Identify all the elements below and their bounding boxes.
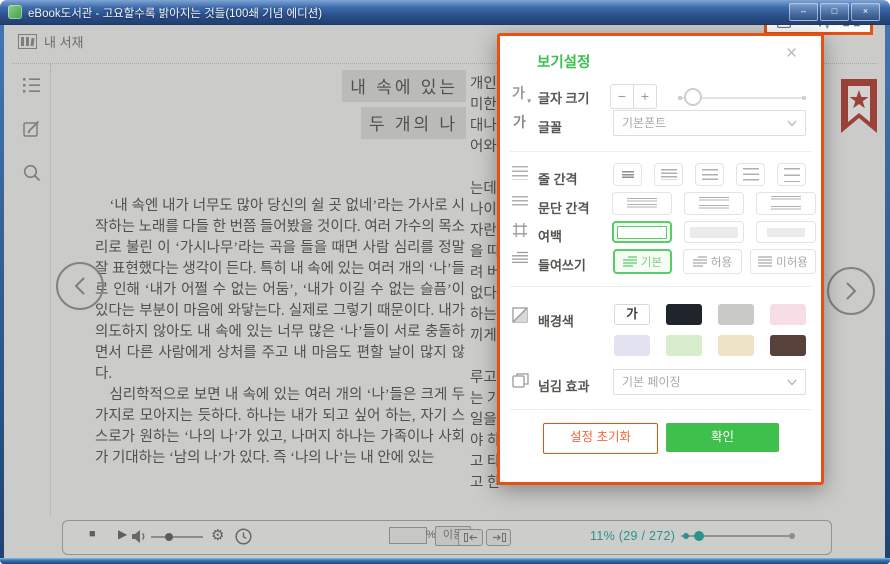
line-spacing-label: 줄 간격 (538, 169, 578, 188)
font-size-stepper: − + (610, 84, 657, 109)
close-button[interactable]: × (851, 3, 880, 21)
font-size-increase-button[interactable]: + (634, 85, 656, 108)
view-settings-panel: 보기설정 × 가▾ 글자 크기 − + 가 글꼴 기본폰트 줄 간격 (497, 33, 824, 485)
indent-allow-label: 허용 (711, 254, 732, 270)
title-bar: eBook도서관 - 고요할수록 밝아지는 것들(100쇄 기념 에디션) – … (0, 0, 890, 25)
line-spacing-option-5[interactable] (777, 163, 806, 186)
font-size-icon-glyph: 가 (512, 85, 525, 101)
margin-1-icon (617, 226, 667, 239)
indent-default-label: 기본 (641, 254, 662, 270)
bg-swatch-gray[interactable] (718, 304, 754, 325)
page-effect-icon (512, 373, 529, 388)
font-size-icon: 가▾ (512, 83, 525, 103)
margin-3-icon (767, 228, 805, 237)
window-controls: – □ × (789, 3, 880, 21)
slider-left-cap (678, 96, 682, 100)
font-size-decrease-button[interactable]: − (611, 85, 634, 108)
margin-option-2[interactable] (684, 221, 744, 243)
indent-option-default[interactable]: 기본 (613, 249, 672, 274)
bg-swatch-char: 가 (626, 307, 638, 321)
window-border-right (885, 24, 890, 564)
indent-icon (512, 251, 528, 264)
font-family-label: 글꼴 (538, 117, 562, 136)
indent-default-icon (623, 256, 637, 267)
background-color-icon (512, 307, 528, 323)
line-spacing-option-4[interactable] (736, 163, 765, 186)
paragraph-spacing-icon (512, 196, 528, 208)
page-effect-value: 기본 페이징 (622, 375, 681, 389)
background-color-label: 배경색 (538, 311, 574, 330)
line-spacing-option-1[interactable] (613, 163, 642, 186)
para-spacing-2-icon (699, 197, 729, 210)
slider-right-cap (802, 96, 806, 100)
line-spacing-3-icon (702, 169, 718, 181)
panel-title: 보기설정 (537, 51, 590, 72)
font-family-select[interactable]: 기본폰트 (613, 110, 806, 136)
para-spacing-option-2[interactable] (684, 192, 744, 215)
indent-disallow-icon (758, 256, 772, 267)
para-spacing-option-3[interactable] (756, 192, 816, 215)
para-spacing-3-icon (771, 196, 801, 211)
paragraph-spacing-label: 문단 간격 (538, 198, 589, 217)
panel-divider-2 (510, 286, 811, 287)
maximize-button[interactable]: □ (820, 3, 849, 21)
window-border-left (0, 24, 4, 564)
indent-allow-icon (693, 256, 707, 267)
reset-settings-button[interactable]: 설정 초기화 (543, 423, 658, 454)
confirm-button[interactable]: 확인 (666, 423, 779, 452)
window-title: eBook도서관 - 고요할수록 밝아지는 것들(100쇄 기념 에디션) (28, 5, 322, 21)
bg-swatch-white[interactable]: 가 (614, 304, 650, 325)
indent-label: 들여쓰기 (538, 255, 586, 274)
app-window: 내 서재 내 속에 있는 두 개의 나 ‘내 속엔 내가 너무도 많아 당신의 … (0, 0, 890, 564)
bg-swatch-lavender[interactable] (614, 335, 650, 356)
panel-divider-1 (510, 151, 811, 152)
indent-option-disallow[interactable]: 미허용 (750, 249, 816, 274)
font-size-label: 글자 크기 (538, 88, 589, 107)
line-spacing-2-icon (661, 169, 677, 180)
margin-option-3[interactable] (756, 221, 816, 243)
panel-divider-3 (510, 409, 811, 410)
app-icon (8, 5, 22, 19)
line-spacing-option-3[interactable] (695, 163, 724, 186)
bg-swatch-cream[interactable] (718, 335, 754, 356)
font-size-slider-knob[interactable] (684, 88, 702, 106)
bg-swatch-brown[interactable] (770, 335, 806, 356)
font-family-icon: 가 (513, 112, 526, 132)
font-family-value: 기본폰트 (622, 116, 666, 130)
para-spacing-option-1[interactable] (612, 192, 672, 215)
indent-disallow-label: 미허용 (776, 254, 808, 270)
window-border-bottom (0, 558, 890, 564)
bg-swatch-black[interactable] (666, 304, 702, 325)
margin-2-icon (690, 227, 738, 238)
chevron-down-icon (787, 379, 797, 386)
para-spacing-1-icon (627, 198, 657, 209)
line-spacing-icon (512, 166, 528, 180)
chevron-down-icon (787, 120, 797, 127)
panel-close-icon[interactable]: × (786, 43, 797, 65)
minimize-button[interactable]: – (789, 3, 818, 21)
bg-swatch-green[interactable] (666, 335, 702, 356)
margin-label: 여백 (538, 226, 562, 245)
page-effect-label: 넘김 효과 (538, 376, 589, 395)
page-effect-select[interactable]: 기본 페이징 (613, 369, 806, 395)
margin-option-1[interactable] (612, 221, 672, 243)
bg-swatch-pink[interactable] (770, 304, 806, 325)
line-spacing-1-icon (622, 171, 634, 179)
line-spacing-5-icon (784, 168, 800, 182)
line-spacing-option-2[interactable] (654, 163, 683, 186)
margin-icon (512, 222, 528, 238)
indent-option-allow[interactable]: 허용 (683, 249, 742, 274)
line-spacing-4-icon (743, 168, 759, 181)
